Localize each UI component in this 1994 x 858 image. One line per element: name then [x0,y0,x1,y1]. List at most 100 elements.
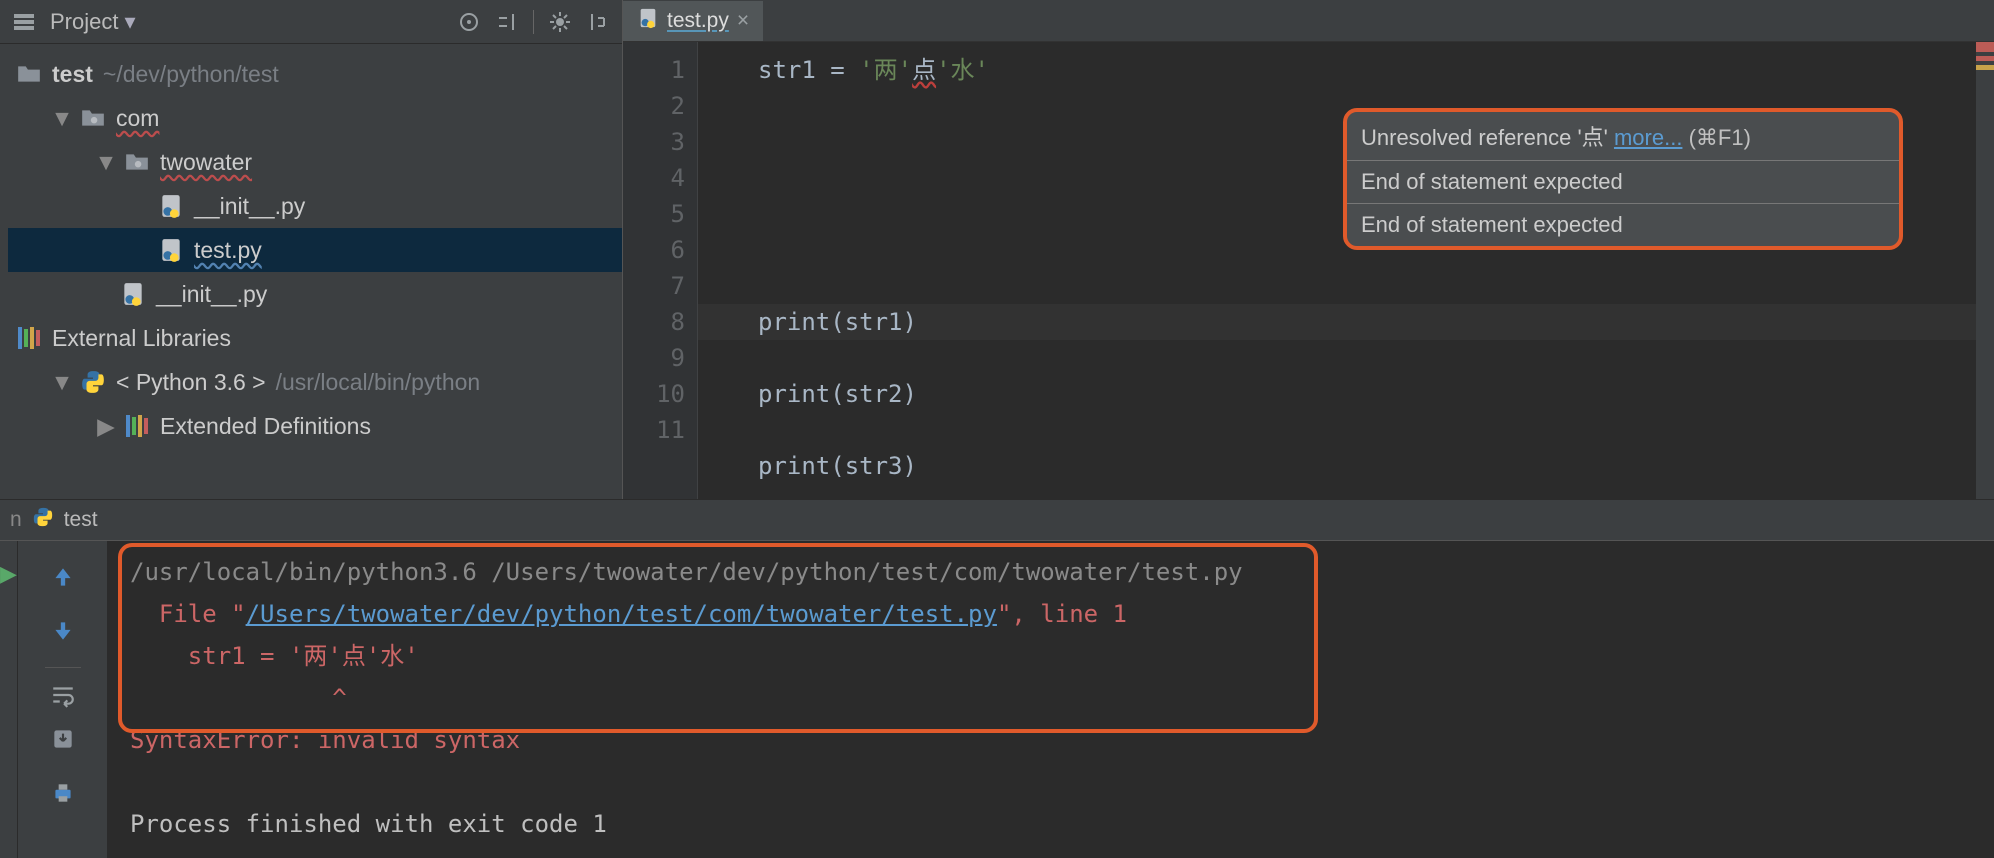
chevron-down-icon: ▼ [98,140,114,184]
console-error: SyntaxError: invalid syntax [130,726,520,754]
tree-node-label: twowater [160,140,252,184]
console-cmd: /usr/local/bin/python3.6 /Users/twowater… [130,558,1243,586]
warning-mark[interactable] [1976,65,1994,70]
tree-root-name: test [52,52,93,96]
gear-icon[interactable] [548,10,572,34]
run-sidebar-cut: ▶ [0,541,18,858]
python-file-icon [637,7,659,35]
tree-node-label: Extended Definitions [160,404,371,448]
line-number: 1 [623,52,685,88]
code-fragment: str1 = [758,56,859,84]
libraries-icon [124,413,150,439]
chevron-down-icon: ▼ [54,96,70,140]
tooltip-text: End of statement expected [1361,212,1623,237]
tooltip-row: End of statement expected [1347,203,1899,246]
separator [533,10,534,34]
line-number: 5 [623,196,685,232]
python-file-icon [120,281,146,307]
tree-external-libraries[interactable]: External Libraries [8,316,622,360]
chevron-right-icon: ▶ [98,404,114,448]
folder-icon [80,105,106,131]
tree-item-label: test.py [194,228,262,272]
collapse-icon[interactable] [495,10,519,34]
tree-node-twowater[interactable]: ▼ twowater [8,140,622,184]
tooltip-row: End of statement expected [1347,160,1899,203]
tree-node-path: /usr/local/bin/python [276,360,481,404]
tooltip-more-link[interactable]: more... [1614,125,1682,150]
line-number: 3 [623,124,685,160]
soft-wrap-icon[interactable] [45,667,81,703]
console-toolbar [18,541,108,858]
tree-item-label: __init__.py [194,184,305,228]
tree-node-label: < Python 3.6 > [116,360,266,404]
line-number: 10 [623,376,685,412]
code-line: print(str1) [758,308,917,336]
editor-tab-testpy[interactable]: test.py × [623,1,763,41]
line-number: 4 [623,160,685,196]
run-config-name[interactable]: test [64,508,98,532]
code-line: print(str3) [758,452,917,480]
scroll-down-icon[interactable] [45,613,81,649]
console-file-prefix: File " [130,600,246,628]
tree-root-path: ~/dev/python/test [103,52,279,96]
run-tab-stub: n [10,508,22,532]
error-mark[interactable] [1976,56,1994,61]
tree-node-label: External Libraries [52,316,231,360]
console-caret: ^ [130,684,347,712]
hide-icon[interactable] [586,10,610,34]
console-output[interactable]: /usr/local/bin/python3.6 /Users/twowater… [108,541,1994,858]
inspection-tooltip: Unresolved reference '点' more... (⌘F1) E… [1343,108,1903,250]
error-indicator [1976,42,1994,52]
tree-item-init2[interactable]: __init__.py [8,272,622,316]
chevron-down-icon: ▾ [124,9,135,35]
project-view-icon[interactable] [12,10,36,34]
line-number: 6 [623,232,685,268]
tooltip-row: Unresolved reference '点' more... (⌘F1) [1347,112,1899,160]
export-icon[interactable] [45,721,81,757]
tree-item-label: __init__.py [156,272,267,316]
python-icon [32,506,54,534]
line-number: 2 [623,88,685,124]
target-icon[interactable] [457,10,481,34]
tooltip-text: Unresolved reference '点' [1361,125,1614,150]
scroll-up-icon[interactable] [45,559,81,595]
console-file-link[interactable]: /Users/twowater/dev/python/test/com/twow… [246,600,997,628]
project-pane-header: Project ▾ [0,0,622,44]
code-line: print(str2) [758,380,917,408]
python-file-icon [158,237,184,263]
python-file-icon [158,193,184,219]
line-number: 8 [623,304,685,340]
tree-python-env[interactable]: ▼ < Python 3.6 > /usr/local/bin/python [8,360,622,404]
libraries-icon [16,325,42,351]
code-error-fragment: 点 [912,56,936,84]
console-exit: Process finished with exit code 1 [130,810,607,838]
gutter: 1 2 3 4 5 6 7 8 9 10 11 [623,42,698,499]
folder-icon [16,61,42,87]
tree-node-com[interactable]: ▼ com [8,96,622,140]
tree-item-testpy[interactable]: test.py [8,228,622,272]
code-fragment: '水' [936,56,989,84]
project-pane: Project ▾ test ~/dev/python/test ▼ [0,0,623,499]
line-number: 11 [623,412,685,448]
print-icon[interactable] [45,775,81,811]
editor-tabs: test.py × [623,0,1994,42]
project-pane-title[interactable]: Project ▾ [50,9,136,35]
tree-root[interactable]: test ~/dev/python/test [8,52,622,96]
run-tool-window: ▶ /usr/local/bin/python3.6 /Users/twowat… [0,540,1994,858]
close-icon[interactable]: × [737,9,749,33]
error-stripe[interactable] [1976,42,1994,499]
ide-window: Project ▾ test ~/dev/python/test ▼ [0,0,1994,858]
tree-item-init1[interactable]: __init__.py [8,184,622,228]
line-number: 7 [623,268,685,304]
tree-node-label: com [116,96,159,140]
run-tool-header: n test [0,500,1994,540]
project-tree[interactable]: test ~/dev/python/test ▼ com ▼ twowater … [0,44,622,456]
top-split: Project ▾ test ~/dev/python/test ▼ [0,0,1994,500]
python-icon [80,369,106,395]
tree-extended-definitions[interactable]: ▶ Extended Definitions [8,404,622,448]
console-text[interactable]: /usr/local/bin/python3.6 /Users/twowater… [130,551,1994,845]
tooltip-shortcut: (⌘F1) [1689,125,1751,150]
editor-pane: test.py × 1 2 3 4 5 6 7 8 9 10 11 [623,0,1994,499]
editor-tab-label: test.py [667,9,729,33]
rerun-icon[interactable]: ▶ [0,561,17,587]
